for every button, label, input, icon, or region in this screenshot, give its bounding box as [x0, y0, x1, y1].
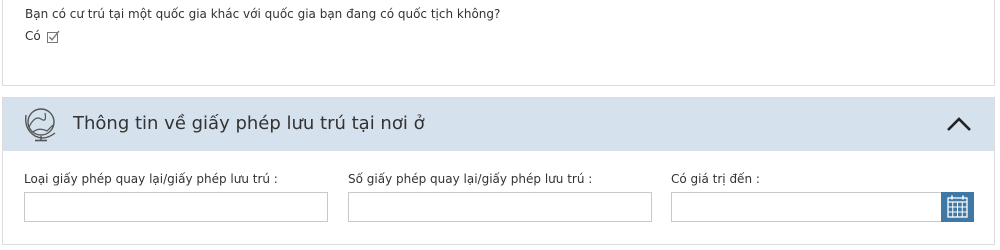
- calendar-icon: [947, 195, 968, 218]
- permit-number-label: Số giấy phép quay lại/giấy phép lưu trú …: [348, 172, 593, 186]
- residency-answer: Có: [25, 28, 60, 44]
- valid-until-input[interactable]: [671, 192, 942, 222]
- section-title: Thông tin về giấy phép lưu trú tại nơi ở: [73, 113, 425, 134]
- residency-panel: Bạn có cư trú tại một quốc gia khác với …: [2, 0, 995, 86]
- permit-number-input[interactable]: [348, 192, 652, 222]
- residency-question: Bạn có cư trú tại một quốc gia khác với …: [25, 7, 501, 21]
- checkbox-checked-icon: [46, 30, 60, 43]
- chevron-up-icon[interactable]: [944, 111, 974, 137]
- globe-icon: [25, 108, 56, 142]
- section-header[interactable]: Thông tin về giấy phép lưu trú tại nơi ở: [3, 98, 994, 151]
- valid-until-label: Có giá trị đến :: [671, 172, 760, 186]
- permit-type-input[interactable]: [24, 192, 328, 222]
- residency-answer-text: Có: [25, 29, 41, 43]
- permit-type-label: Loại giấy phép quay lại/giấy phép lưu tr…: [24, 172, 278, 186]
- calendar-button[interactable]: [941, 192, 974, 222]
- residence-permit-section: Thông tin về giấy phép lưu trú tại nơi ở…: [2, 97, 995, 245]
